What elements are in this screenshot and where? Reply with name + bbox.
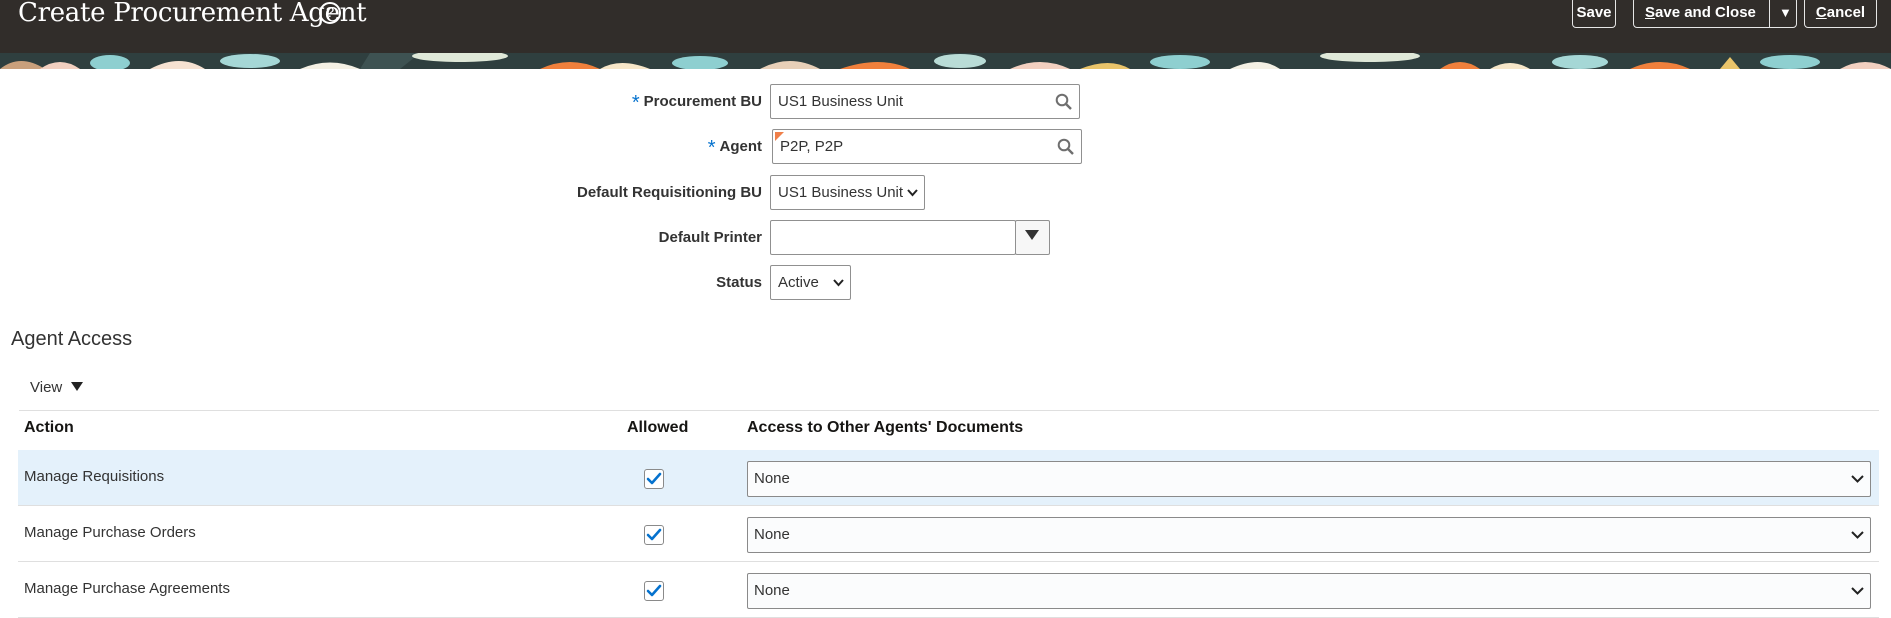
save-and-close-button[interactable]: Save and Close ▼ (1633, 0, 1797, 28)
view-menu[interactable]: View (30, 379, 84, 396)
allowed-checkbox[interactable] (644, 469, 664, 489)
table-divider (19, 410, 1879, 411)
allowed-checkbox[interactable] (644, 581, 664, 601)
default-printer-dropdown-button[interactable] (1015, 220, 1050, 255)
view-menu-label: View (30, 379, 63, 396)
agent-input[interactable]: P2P, P2P (772, 129, 1082, 164)
access-value: None (754, 470, 790, 487)
default-requisitioning-bu-select[interactable]: US1 Business Unit (770, 175, 925, 210)
save-options-chevron-down-icon[interactable]: ▼ (1779, 0, 1792, 27)
chevron-down-icon (1851, 475, 1864, 483)
column-header-allowed: Allowed (627, 419, 689, 436)
procurement-bu-input[interactable]: US1 Business Unit (770, 84, 1080, 119)
checkmark-icon (646, 528, 662, 541)
cancel-mnemonic: C (1815, 4, 1827, 21)
access-value: None (754, 582, 790, 599)
agent-value: P2P, P2P (780, 138, 844, 155)
row-action: Manage Purchase Agreements (24, 580, 230, 597)
table-row[interactable]: Manage Purchase Agreements None (18, 562, 1879, 618)
access-select[interactable]: None (747, 461, 1871, 497)
decorative-banner (0, 53, 1891, 69)
default-printer-input[interactable] (770, 220, 1016, 255)
status-value: Active (778, 274, 819, 291)
chevron-down-icon (833, 279, 844, 287)
caret-down-icon (71, 382, 84, 391)
row-action: Manage Requisitions (24, 468, 165, 485)
default-requisitioning-bu-label: Default Requisitioning BU (577, 184, 762, 201)
status-row: Status (0, 265, 762, 301)
search-icon[interactable] (1057, 138, 1074, 155)
agent-row: * Agent (0, 129, 762, 165)
page-header: Create Procurement Agent ? Save Save and… (0, 0, 1891, 53)
table-row[interactable]: Manage Purchase Orders None (18, 506, 1879, 562)
column-header-action: Action (24, 419, 74, 436)
save-button[interactable]: Save (1572, 0, 1616, 28)
save-and-close-label: ave and Close (1655, 4, 1756, 21)
help-icon[interactable]: ? (319, 2, 341, 24)
default-printer-row: Default Printer (0, 220, 762, 256)
button-divider (1769, 0, 1770, 27)
default-printer-label: Default Printer (658, 229, 762, 246)
status-label: Status (716, 274, 762, 291)
required-marker: * (707, 137, 716, 159)
chevron-down-icon (1851, 531, 1864, 539)
cancel-label: ancel (1826, 4, 1866, 21)
agent-access-heading: Agent Access (11, 328, 133, 350)
changed-indicator-icon (775, 132, 784, 141)
chevron-down-icon (907, 189, 918, 197)
row-action: Manage Purchase Orders (24, 524, 196, 541)
checkmark-icon (646, 472, 662, 485)
agent-label: * Agent (708, 137, 762, 160)
caret-down-icon (1025, 230, 1039, 240)
table-row[interactable]: Manage Requisitions None (18, 450, 1879, 506)
cancel-button[interactable]: Cancel (1804, 0, 1877, 28)
procurement-bu-value: US1 Business Unit (778, 93, 904, 110)
procurement-bu-label-text: Procurement BU (643, 93, 762, 110)
banner-pattern-graphic (0, 53, 1891, 69)
status-select[interactable]: Active (770, 265, 851, 300)
access-select[interactable]: None (747, 573, 1871, 609)
allowed-checkbox[interactable] (644, 525, 664, 545)
default-requisitioning-bu-row: Default Requisitioning BU (0, 175, 762, 211)
default-requisitioning-bu-value: US1 Business Unit (778, 184, 904, 201)
agent-label-text: Agent (719, 138, 763, 155)
search-icon[interactable] (1055, 93, 1072, 110)
chevron-down-icon (1851, 587, 1864, 595)
save-and-close-mnemonic: S (1645, 4, 1656, 21)
page-title: Create Procurement Agent (18, 0, 367, 28)
procurement-bu-row: * Procurement BU (0, 84, 762, 120)
procurement-bu-label: * Procurement BU (632, 92, 762, 115)
access-select[interactable]: None (747, 517, 1871, 553)
access-value: None (754, 526, 790, 543)
required-marker: * (631, 92, 640, 114)
column-header-access: Access to Other Agents' Documents (747, 419, 1024, 436)
